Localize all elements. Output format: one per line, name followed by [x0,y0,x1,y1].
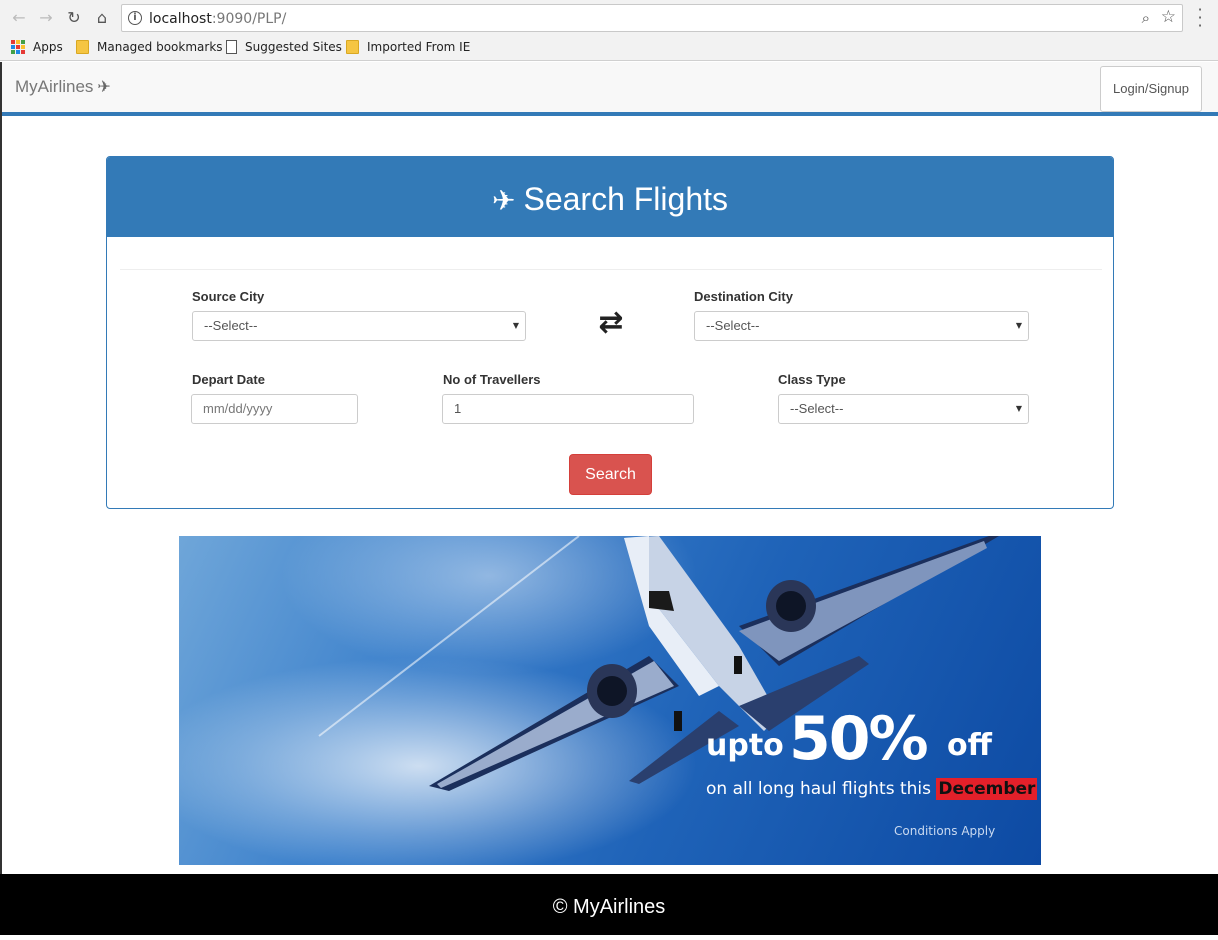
plane-icon: ✈ [492,184,516,217]
promo-upto: upto [706,728,784,763]
forward-arrow-icon[interactable]: → [36,8,56,28]
depart-date-label: Depart Date [192,372,265,387]
bookmarks-bar: Apps Managed bookmarks Suggested Sites I… [0,35,1218,61]
bookmark-apps[interactable]: Apps [11,40,63,56]
back-arrow-icon[interactable]: ← [9,8,29,28]
promo-banner: upto 50% off on all long haul flights th… [179,536,1041,865]
caret-down-icon: ▼ [1015,321,1022,330]
info-icon[interactable]: i [128,11,142,25]
reload-icon[interactable]: ↻ [64,8,84,28]
zoom-icon[interactable]: ⌕ [1142,9,1150,27]
promo-percent: 50% [789,704,929,774]
bookmark-managed[interactable]: Managed bookmarks [76,40,223,56]
divider [120,269,1102,270]
search-flights-panel: ✈ Search Flights Source City --Select-- ▼… [106,156,1114,509]
window-edge [0,62,2,874]
plane-icon: ✈ [97,77,111,96]
folder-icon [76,40,89,54]
class-type-select[interactable]: --Select-- ▼ [778,394,1029,424]
address-url[interactable]: localhost:9090/PLP/ [149,11,286,27]
source-city-select[interactable]: --Select-- ▼ [192,311,526,341]
source-city-label: Source City [192,289,265,304]
site-navbar: MyAirlines ✈ Login/Signup [2,62,1218,116]
promo-off: off [947,728,992,763]
address-bar[interactable]: i localhost:9090/PLP/ ⌕ ☆ [121,4,1183,32]
caret-down-icon: ▼ [1015,404,1022,413]
destination-city-label: Destination City [694,289,793,304]
travellers-label: No of Travellers [443,372,541,387]
panel-heading: ✈ Search Flights [107,157,1113,237]
swap-cities-icon[interactable]: ⇄ [590,307,632,339]
travellers-input[interactable]: 1 [442,394,694,424]
site-footer: © MyAirlines [0,874,1218,935]
caret-down-icon: ▼ [512,321,519,330]
browser-toolbar: ← → ↻ ⌂ i localhost:9090/PLP/ ⌕ ☆ · · · [0,0,1218,35]
bookmark-imported-from-ie[interactable]: Imported From IE [346,40,470,56]
class-type-label: Class Type [778,372,846,387]
browser-menu-icon[interactable]: · · · [1194,2,1206,34]
folder-icon [346,40,359,54]
login-signup-button[interactable]: Login/Signup [1100,66,1202,112]
panel-title: Search Flights [523,181,728,217]
promo-highlight: December [936,778,1038,800]
promo-conditions: Conditions Apply [894,824,996,838]
brand-link[interactable]: MyAirlines ✈ [15,77,111,97]
promo-subline: on all long haul flights this December [706,778,1038,800]
page-icon [226,40,237,54]
bookmark-star-icon[interactable]: ☆ [1161,7,1176,27]
home-icon[interactable]: ⌂ [92,8,112,28]
search-button[interactable]: Search [569,454,652,495]
depart-date-input[interactable]: mm/dd/yyyy [191,394,358,424]
airplane-image [318,536,999,791]
apps-grid-icon [11,40,25,54]
destination-city-select[interactable]: --Select-- ▼ [694,311,1029,341]
bookmark-suggested-sites[interactable]: Suggested Sites [226,40,342,56]
